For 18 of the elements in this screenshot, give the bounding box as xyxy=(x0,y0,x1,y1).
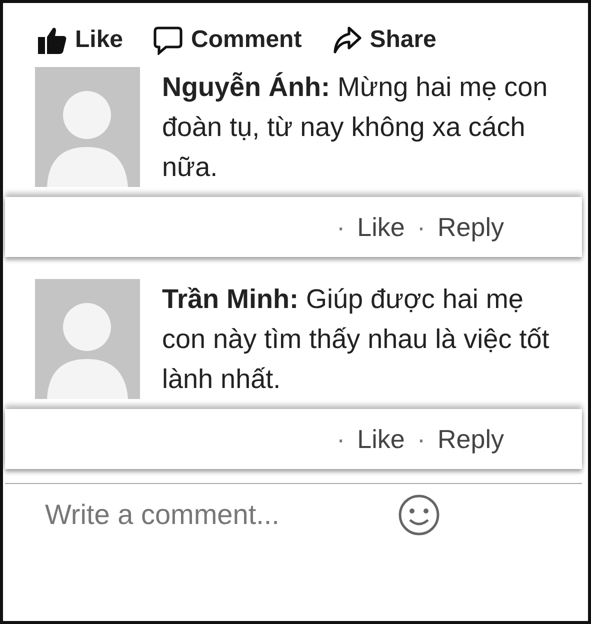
comment-input[interactable]: Write a comment... xyxy=(43,498,377,532)
smiley-icon[interactable] xyxy=(397,493,441,537)
like-link[interactable]: Like xyxy=(357,212,405,242)
share-button[interactable]: Share xyxy=(332,25,436,55)
comment-text: Trần Minh: Giúp được hai mẹ con này tìm thấy nhau là việc tốt lành nhất. xyxy=(162,283,550,396)
speech-bubble-icon xyxy=(153,25,184,55)
separator-dot: · xyxy=(416,212,426,242)
share-icon xyxy=(332,25,362,55)
thumbs-up-icon xyxy=(37,25,67,55)
like-link[interactable]: Like xyxy=(357,424,405,454)
reply-link[interactable]: Reply xyxy=(438,424,504,454)
separator-dot: · xyxy=(336,212,346,242)
comment-button[interactable]: Comment xyxy=(153,25,302,55)
separator-dot: · xyxy=(416,424,426,454)
separator-dot: · xyxy=(336,424,346,454)
comment-text: Nguyễn Ánh: Mừng hai mẹ con đoàn tụ, từ nay không xa cách nữa. xyxy=(162,71,549,184)
reply-link[interactable]: Reply xyxy=(438,212,504,242)
like-button[interactable]: Like xyxy=(37,25,124,55)
